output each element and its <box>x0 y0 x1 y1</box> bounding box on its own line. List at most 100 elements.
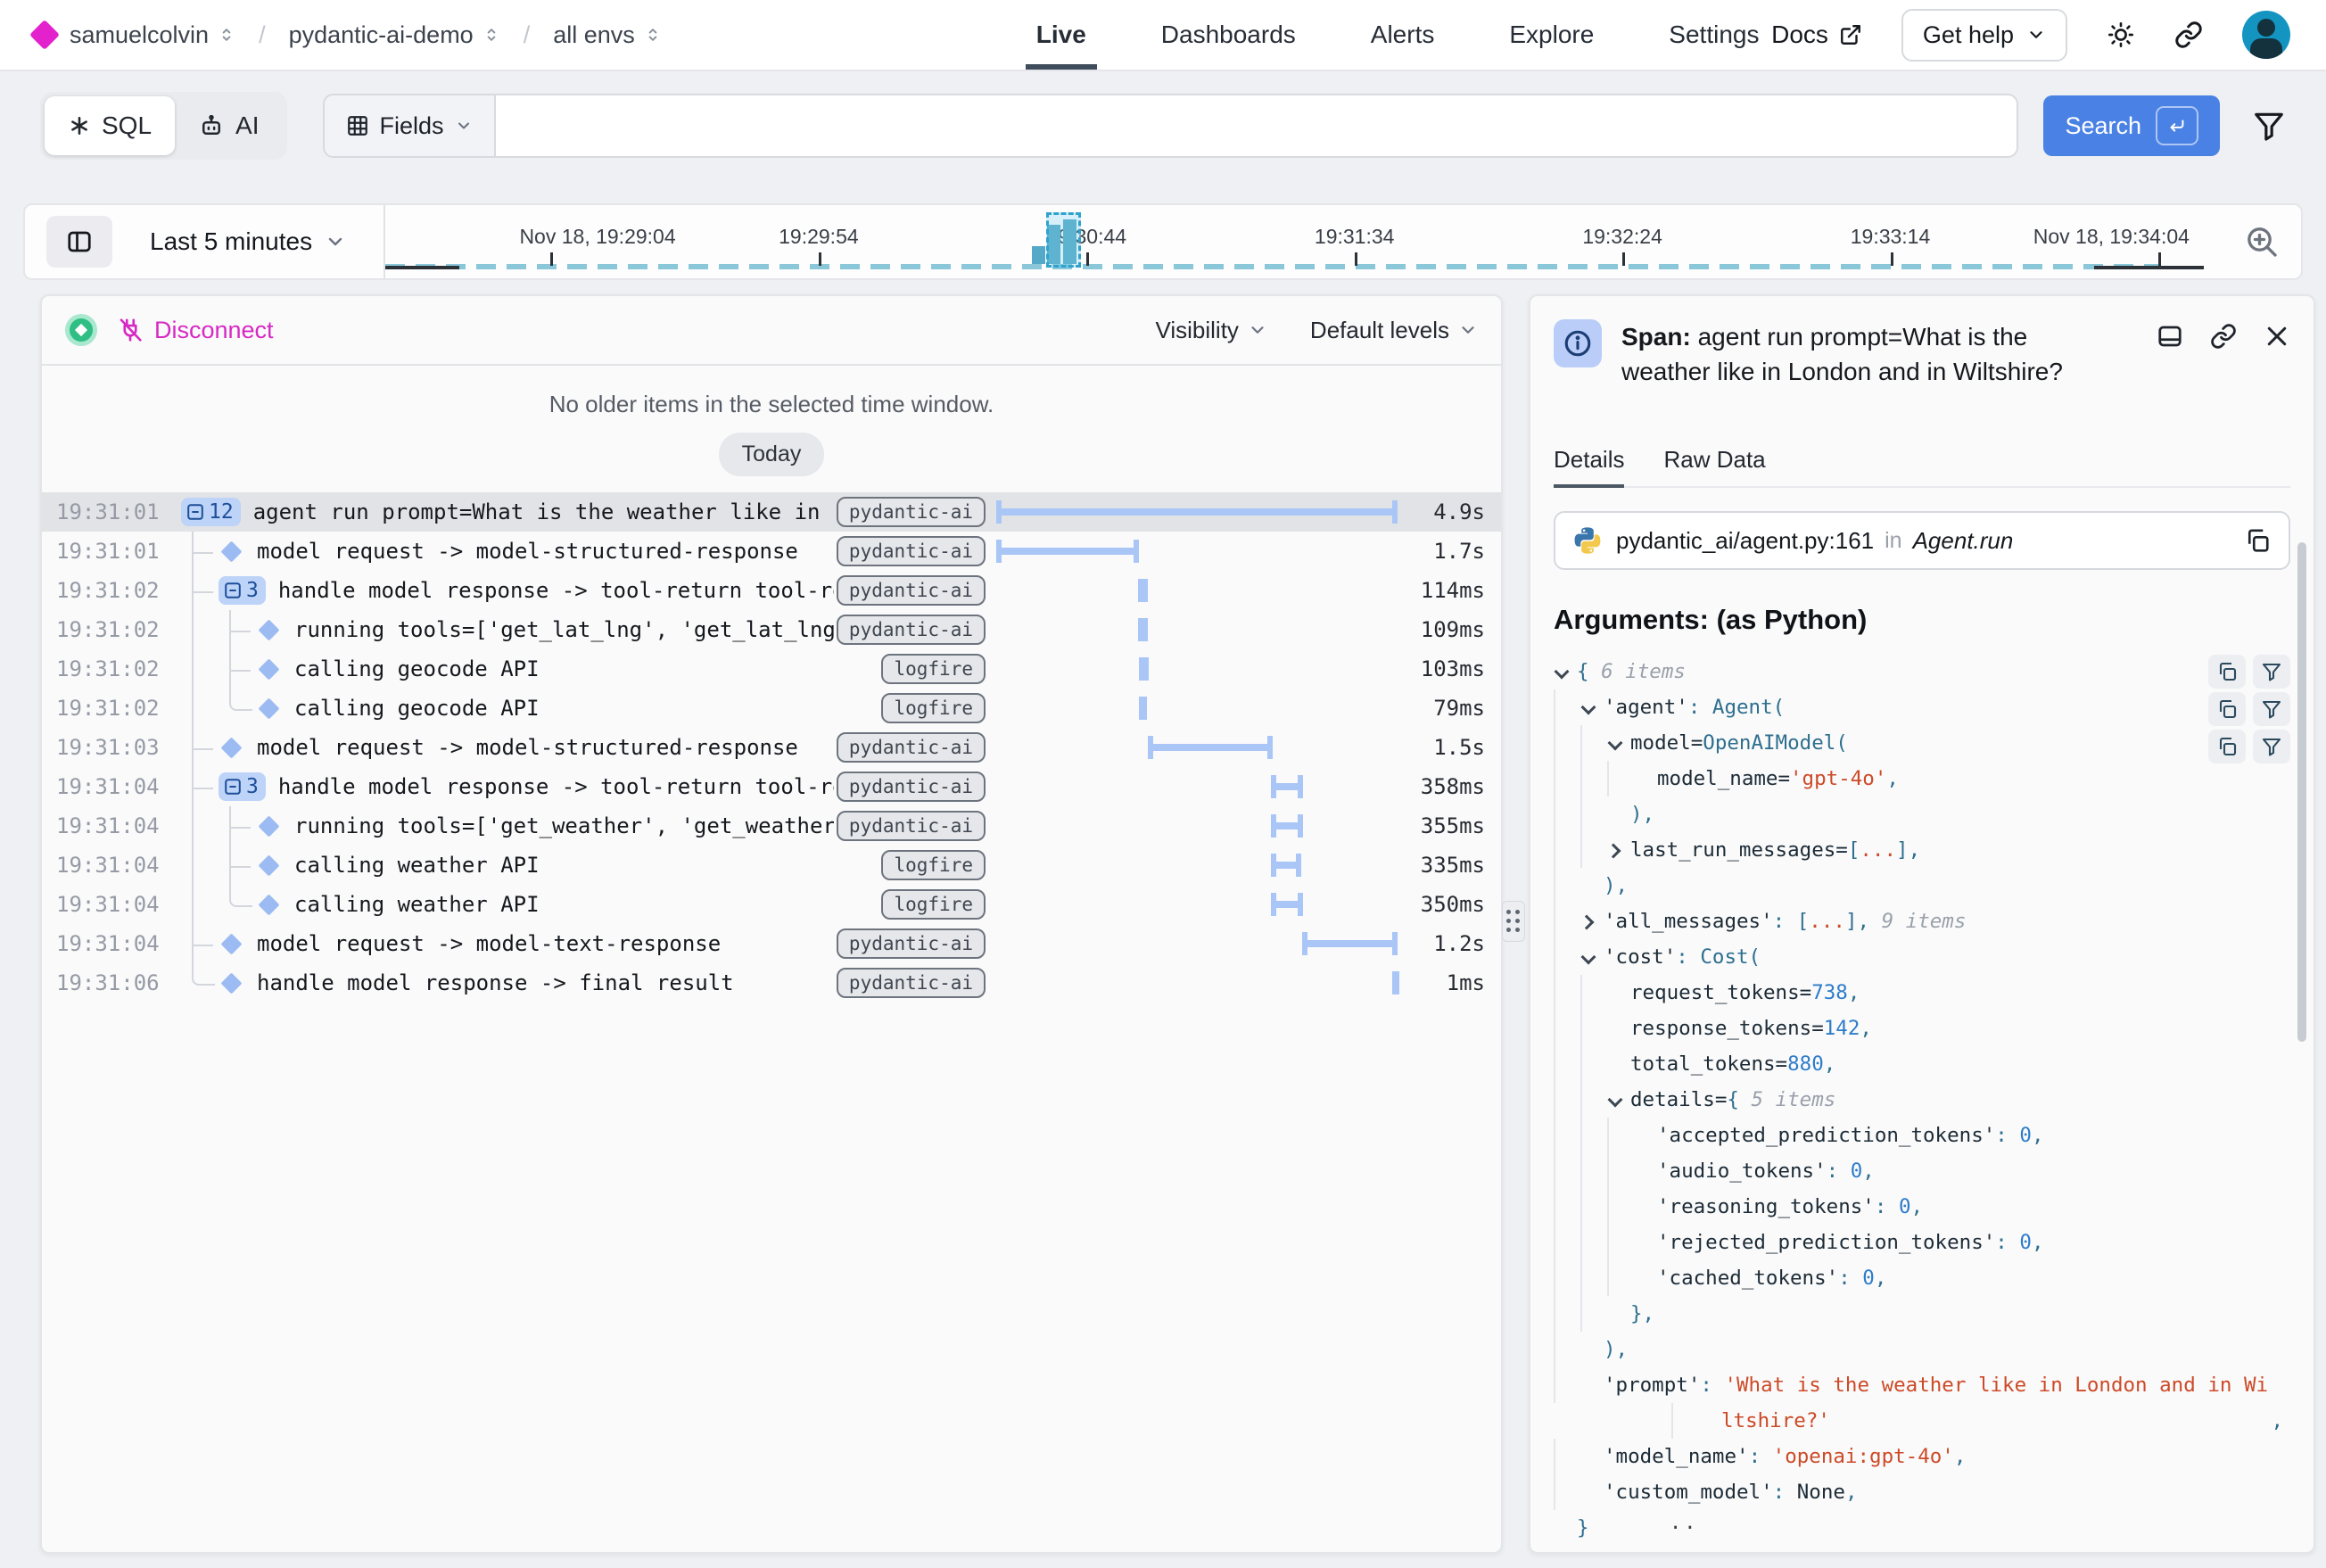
chevron-down-icon[interactable] <box>1607 725 1630 761</box>
code-token: 'reasoning_tokens' <box>1657 1189 1875 1225</box>
sidebar-toggle-button[interactable] <box>46 216 112 268</box>
visibility-dropdown[interactable]: Visibility <box>1155 317 1266 344</box>
duration-value: 1.7s <box>1408 539 1501 564</box>
indent-spacer <box>1634 1189 1657 1225</box>
chevron-down-icon[interactable] <box>1580 939 1604 975</box>
trace-row[interactable]: 19:31:023handle model response -> tool-r… <box>42 571 1501 610</box>
trace-row[interactable]: 19:31:02calling geocode APIlogfire79ms <box>42 689 1501 728</box>
chevron-right-icon[interactable] <box>1580 904 1604 939</box>
code-token: : <box>1749 1439 1773 1474</box>
filter-button[interactable] <box>2252 109 2286 143</box>
get-help-button[interactable]: Get help <box>1901 9 2067 62</box>
copy-link-icon[interactable] <box>2210 323 2237 350</box>
duration-value: 114ms <box>1408 578 1501 603</box>
trace-label: calling geocode API <box>294 696 834 721</box>
trace-row[interactable]: 19:31:02running tools=['get_lat_lng', 'g… <box>42 610 1501 649</box>
duration-track <box>998 846 1408 885</box>
span-diamond-icon <box>258 894 279 915</box>
trace-timestamp: 19:31:03 <box>42 735 177 760</box>
copy-value-button[interactable] <box>2208 730 2246 763</box>
tree-guides <box>181 728 244 767</box>
timeline-histogram[interactable]: Nov 18, 19:29:0419:29:5419:30:4419:31:34… <box>385 205 2223 278</box>
breadcrumb-project[interactable]: pydantic-ai-demo <box>289 21 500 49</box>
indent-spacer <box>1698 1403 1721 1439</box>
code-token: ], <box>1845 904 1882 939</box>
code-token: , <box>1848 975 1860 1011</box>
timeline-tick-label: 19:33:14 <box>1851 225 1931 249</box>
tab-dashboards[interactable]: Dashboards <box>1161 0 1296 70</box>
filter-by-value-button[interactable] <box>2253 655 2290 689</box>
chevron-down-icon[interactable] <box>1554 654 1577 689</box>
today-button[interactable]: Today <box>719 433 825 476</box>
copy-value-button[interactable] <box>2208 692 2246 726</box>
close-icon[interactable] <box>2264 323 2290 350</box>
tab-details[interactable]: Details <box>1554 446 1624 486</box>
panel-bottom-icon[interactable] <box>2157 323 2183 350</box>
plug-off-icon <box>117 317 144 343</box>
code-token: response_tokens= <box>1630 1011 1824 1046</box>
duration-bar <box>1140 587 1146 594</box>
docs-link[interactable]: Docs <box>1771 21 1862 49</box>
default-levels-dropdown[interactable]: Default levels <box>1310 317 1478 344</box>
code-token: None <box>1797 1474 1845 1510</box>
chevron-down-icon[interactable] <box>1607 1082 1630 1118</box>
trace-row[interactable]: 19:31:03model request -> model-structure… <box>42 728 1501 767</box>
code-token: , <box>2032 1225 2044 1260</box>
fields-dropdown-button[interactable]: Fields <box>325 95 496 156</box>
indent-spacer <box>1634 1225 1657 1260</box>
code-token: 142 <box>1824 1011 1860 1046</box>
scrollbar-thumb[interactable] <box>2297 542 2306 1042</box>
trace-row[interactable]: 19:31:06handle model response -> final r… <box>42 963 1501 1003</box>
span-diamond-icon <box>220 933 242 954</box>
tab-explore[interactable]: Explore <box>1509 0 1594 70</box>
trace-row[interactable]: 19:31:043handle model response -> tool-r… <box>42 767 1501 806</box>
code-line: 'audio_tokens': 0, <box>1554 1153 2290 1189</box>
trace-label: handle model response -> final result <box>257 970 834 995</box>
timeline-zoom-button[interactable] <box>2244 224 2280 260</box>
tab-raw-data[interactable]: Raw Data <box>1663 446 1765 486</box>
trace-row[interactable]: 19:31:0112agent run prompt=What is the w… <box>42 492 1501 532</box>
source-location-chip[interactable]: pydantic_ai/agent.py:161 in Agent.run <box>1554 511 2290 570</box>
trace-row[interactable]: 19:31:04calling weather APIlogfire335ms <box>42 846 1501 885</box>
code-line: 'cost': Cost( <box>1554 939 2290 975</box>
share-link-button[interactable] <box>2174 21 2203 49</box>
trace-row[interactable]: 19:31:02calling geocode APIlogfire103ms <box>42 649 1501 689</box>
disconnect-button[interactable]: Disconnect <box>117 317 274 344</box>
sql-mode-button[interactable]: SQL <box>45 96 175 155</box>
code-token: : <box>1700 1367 1724 1403</box>
theme-toggle-button[interactable] <box>2107 21 2135 49</box>
trace-row[interactable]: 19:31:04calling weather APIlogfire350ms <box>42 885 1501 924</box>
search-query-input[interactable] <box>496 95 2017 156</box>
copy-value-button[interactable] <box>2208 655 2246 689</box>
trace-timestamp: 19:31:04 <box>42 892 177 917</box>
chevron-down-icon[interactable] <box>1580 689 1604 725</box>
search-button[interactable]: Search <box>2043 95 2220 156</box>
code-token: 5 items <box>1751 1082 1835 1118</box>
time-range-select[interactable]: Last 5 minutes <box>150 227 346 256</box>
breadcrumb-env[interactable]: all envs <box>553 21 662 49</box>
trace-row[interactable]: 19:31:01model request -> model-structure… <box>42 532 1501 571</box>
collapse-toggle[interactable]: 12 <box>181 498 241 526</box>
breadcrumb-org[interactable]: samuelcolvin <box>70 21 235 49</box>
tab-alerts[interactable]: Alerts <box>1371 0 1435 70</box>
trace-row[interactable]: 19:31:04running tools=['get_weather', 'g… <box>42 806 1501 846</box>
collapse-toggle[interactable]: 3 <box>219 576 266 605</box>
filter-by-value-button[interactable] <box>2253 730 2290 763</box>
user-avatar[interactable] <box>2242 11 2290 59</box>
chevron-right-icon[interactable] <box>1607 832 1630 868</box>
external-link-icon <box>1839 23 1862 46</box>
code-token: 'openai:gpt-4o' <box>1773 1439 1954 1474</box>
tree-guides <box>181 689 282 728</box>
timeline-tick <box>1622 252 1625 266</box>
trace-row[interactable]: 19:31:04model request -> model-text-resp… <box>42 924 1501 963</box>
copy-source-button[interactable] <box>2244 527 2271 554</box>
panel-resize-handle[interactable] <box>1502 901 1525 942</box>
ai-mode-button[interactable]: AI <box>175 96 282 155</box>
histogram-selection[interactable] <box>1046 212 1081 268</box>
trace-timestamp: 19:31:01 <box>42 539 177 564</box>
filter-by-value-button[interactable] <box>2253 692 2290 726</box>
fields-label: Fields <box>380 112 444 140</box>
collapse-toggle[interactable]: 3 <box>219 772 266 801</box>
tab-live[interactable]: Live <box>1036 0 1086 70</box>
tab-settings[interactable]: Settings <box>1669 0 1759 70</box>
